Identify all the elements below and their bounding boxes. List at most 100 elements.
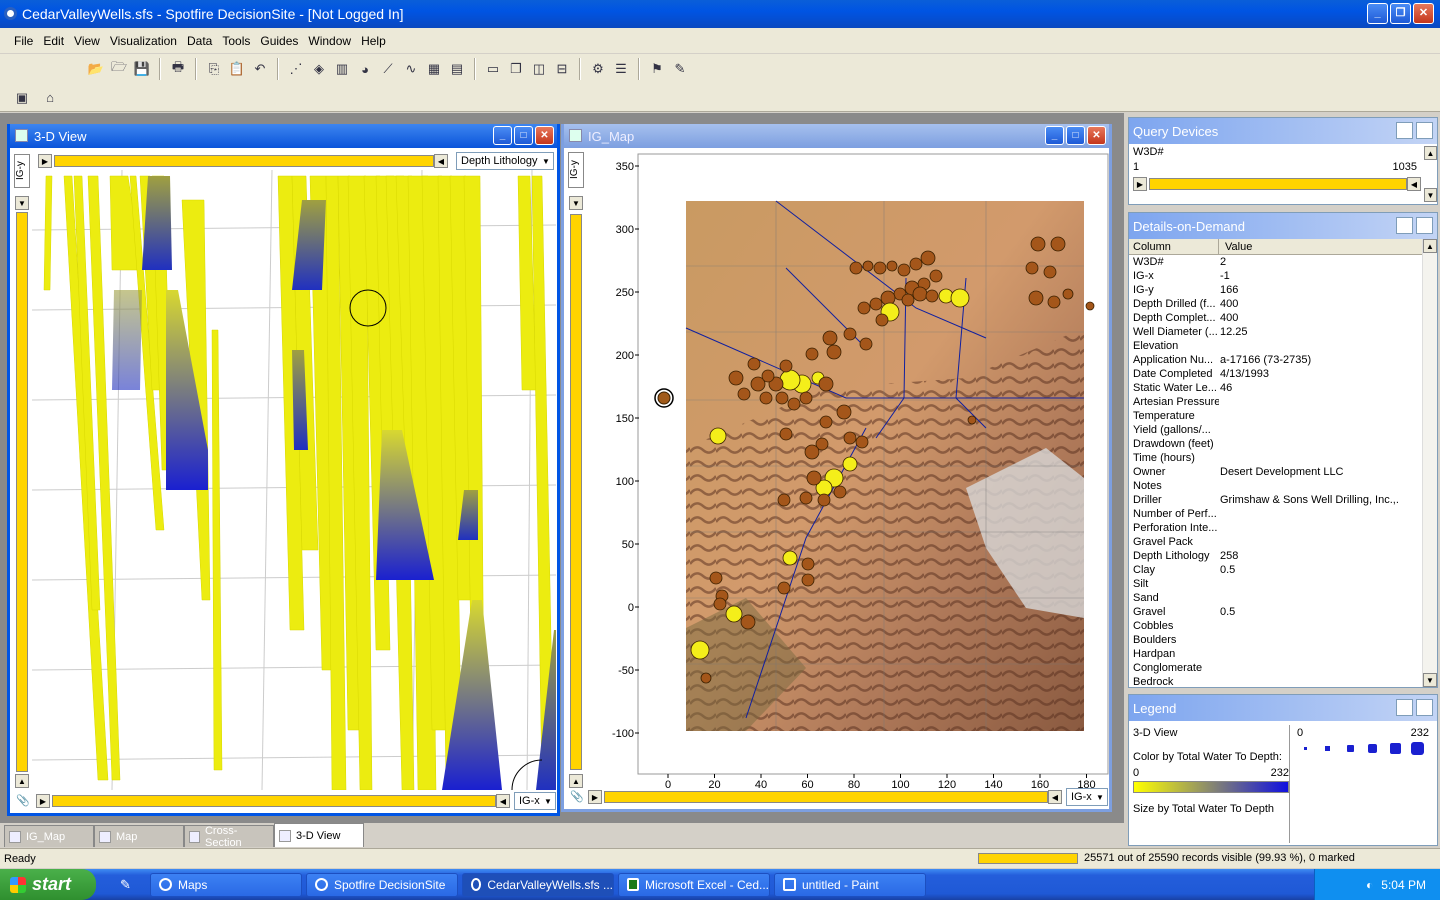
color-by-combo[interactable]: Depth Lithology ▼ bbox=[456, 152, 554, 170]
bottom-range-left-arrow[interactable]: ▶ bbox=[36, 794, 50, 808]
tab-3d-view[interactable]: 3-D View bbox=[274, 823, 364, 847]
map-y-range-down-arrow[interactable]: ▲ bbox=[569, 774, 583, 788]
well-point[interactable] bbox=[747, 357, 761, 371]
paste-icon[interactable]: 📋 bbox=[227, 59, 247, 79]
well-point[interactable] bbox=[787, 397, 801, 411]
map-y-axis-selector[interactable]: IG-y bbox=[568, 152, 584, 188]
close-icon[interactable]: ✕ bbox=[1416, 217, 1433, 234]
ig-map-titlebar[interactable]: IG_Map _ □ ✕ bbox=[564, 124, 1109, 148]
value-header[interactable]: Value bbox=[1219, 239, 1399, 254]
well-point[interactable] bbox=[1028, 290, 1044, 306]
query-slider-right-handle[interactable]: ◀ bbox=[1407, 177, 1421, 191]
query-range-slider[interactable] bbox=[1149, 178, 1407, 190]
collapse-icon[interactable]: ▲ bbox=[1396, 699, 1413, 716]
3d-view-maximize-button[interactable]: □ bbox=[514, 126, 533, 145]
well-point[interactable] bbox=[777, 493, 791, 507]
well-point[interactable] bbox=[967, 415, 977, 425]
well-point[interactable] bbox=[1025, 261, 1039, 275]
collapse-icon[interactable]: ▲ bbox=[1396, 217, 1413, 234]
well-point[interactable] bbox=[713, 597, 727, 611]
properties-icon[interactable]: ⚙ bbox=[588, 59, 608, 79]
map-bottom-range-slider[interactable] bbox=[604, 791, 1048, 803]
copy-icon[interactable]: ⎘ bbox=[204, 59, 224, 79]
pie-chart-icon[interactable]: ◕ bbox=[355, 59, 375, 79]
edit-icon[interactable]: ✎ bbox=[670, 59, 690, 79]
well-point[interactable] bbox=[869, 297, 883, 311]
bottom-range-slider[interactable] bbox=[52, 795, 496, 807]
3d-view-minimize-button[interactable]: _ bbox=[493, 126, 512, 145]
close-icon[interactable]: ✕ bbox=[1416, 122, 1433, 139]
well-point[interactable] bbox=[875, 313, 889, 327]
well-point[interactable] bbox=[700, 672, 712, 684]
paperclip-icon[interactable]: 📎 bbox=[16, 794, 30, 808]
column-header[interactable]: Column bbox=[1129, 239, 1219, 254]
y-range-down-arrow[interactable]: ▲ bbox=[15, 774, 29, 788]
3d-view-close-button[interactable]: ✕ bbox=[535, 126, 554, 145]
guide-icon[interactable]: ▣ bbox=[12, 88, 32, 108]
well-point[interactable] bbox=[818, 376, 834, 392]
query-slider-left-handle[interactable]: ▶ bbox=[1133, 177, 1147, 191]
well-point[interactable] bbox=[805, 347, 819, 361]
bottom-range-right-arrow[interactable]: ◀ bbox=[496, 794, 510, 808]
well-point[interactable] bbox=[1043, 265, 1057, 279]
list-icon[interactable]: ☰ bbox=[611, 59, 631, 79]
well-point[interactable] bbox=[690, 640, 710, 660]
table-icon[interactable]: ▤ bbox=[447, 59, 467, 79]
y-axis-selector[interactable]: IG-y bbox=[14, 154, 30, 188]
tile-horizontal-icon[interactable]: ⊟ bbox=[552, 59, 572, 79]
map-left-range-slider[interactable] bbox=[570, 214, 582, 770]
tab-cross-section[interactable]: Cross-Section bbox=[184, 825, 274, 849]
scatter-plot-icon[interactable]: ⋰ bbox=[286, 59, 306, 79]
well-point[interactable] bbox=[862, 260, 874, 272]
menu-data[interactable]: Data bbox=[187, 34, 212, 48]
well-point[interactable] bbox=[886, 260, 898, 272]
profile-chart-icon[interactable]: ∿ bbox=[401, 59, 421, 79]
scroll-down-arrow[interactable]: ▼ bbox=[1423, 673, 1437, 687]
open-data-icon[interactable]: 🗁 bbox=[109, 59, 129, 79]
task-spotfire[interactable]: Spotfire DecisionSite bbox=[306, 872, 458, 897]
task-cedarvalleywells[interactable]: CedarValleyWells.sfs ... bbox=[462, 872, 614, 897]
undo-icon[interactable]: ↶ bbox=[250, 59, 270, 79]
well-point[interactable] bbox=[855, 435, 869, 449]
tile-vertical-icon[interactable]: ◫ bbox=[529, 59, 549, 79]
menu-file[interactable]: File bbox=[14, 34, 33, 48]
well-point[interactable] bbox=[912, 286, 928, 302]
top-range-slider[interactable] bbox=[54, 155, 434, 167]
well-point[interactable] bbox=[1085, 301, 1095, 311]
tab-map[interactable]: Map bbox=[94, 825, 184, 847]
well-point[interactable] bbox=[819, 415, 833, 429]
save-icon[interactable]: 💾 bbox=[132, 59, 152, 79]
minimize-button[interactable]: _ bbox=[1367, 3, 1388, 24]
map-y-range-up-arrow[interactable]: ▼ bbox=[569, 196, 583, 210]
well-point[interactable] bbox=[1030, 236, 1046, 252]
well-point[interactable] bbox=[1047, 295, 1061, 309]
close-button[interactable]: ✕ bbox=[1413, 3, 1434, 24]
menu-window[interactable]: Window bbox=[308, 34, 351, 48]
menu-view[interactable]: View bbox=[74, 34, 100, 48]
paperclip-icon[interactable]: 📎 bbox=[570, 790, 584, 804]
well-point[interactable] bbox=[801, 573, 815, 587]
3d-plot-area[interactable] bbox=[32, 170, 556, 790]
scroll-down-arrow[interactable]: ▼ bbox=[1424, 188, 1437, 202]
menu-help[interactable]: Help bbox=[361, 34, 386, 48]
menu-guides[interactable]: Guides bbox=[260, 34, 298, 48]
open-folder-icon[interactable]: 📂 bbox=[86, 59, 106, 79]
well-point[interactable] bbox=[817, 493, 831, 507]
well-point[interactable] bbox=[782, 550, 798, 566]
well-point[interactable] bbox=[737, 387, 751, 401]
well-point[interactable] bbox=[779, 359, 793, 373]
well-point[interactable] bbox=[779, 427, 793, 441]
tab-ig-map[interactable]: IG_Map bbox=[4, 825, 94, 847]
map-bottom-right-arrow[interactable]: ◀ bbox=[1048, 790, 1062, 804]
x-range-right-arrow[interactable]: ◀ bbox=[434, 154, 448, 168]
collapse-icon[interactable]: ▲ bbox=[1396, 122, 1413, 139]
well-point[interactable] bbox=[725, 605, 743, 623]
well-point[interactable] bbox=[1050, 236, 1066, 252]
ig-map-maximize-button[interactable]: □ bbox=[1066, 126, 1085, 145]
well-point[interactable] bbox=[1062, 288, 1074, 300]
well-point[interactable] bbox=[836, 404, 852, 420]
well-point[interactable] bbox=[806, 470, 822, 486]
start-button[interactable]: start bbox=[0, 869, 96, 900]
well-point[interactable] bbox=[740, 614, 756, 630]
well-point[interactable] bbox=[859, 337, 873, 351]
